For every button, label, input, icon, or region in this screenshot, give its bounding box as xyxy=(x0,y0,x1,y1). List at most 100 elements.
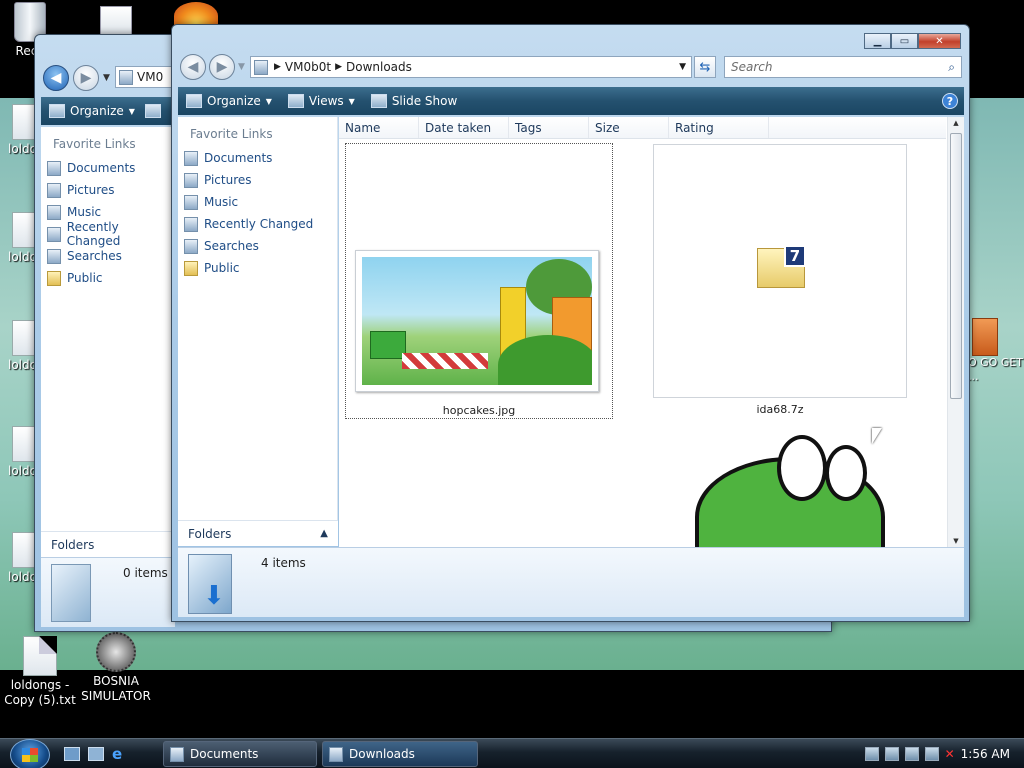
nav-label: Recently Changed xyxy=(204,217,314,231)
recent-pages-chevron-icon[interactable]: ▼ xyxy=(103,73,110,83)
column-label: Size xyxy=(595,121,620,135)
switch-windows-icon[interactable] xyxy=(88,747,104,761)
forward-button[interactable]: ▶ xyxy=(73,65,99,91)
column-label: Name xyxy=(345,121,381,135)
nav-label: Public xyxy=(204,261,240,275)
address-bar[interactable]: ▶ VM0b0t ▶ Downloads ▼ xyxy=(250,56,692,78)
search-icon[interactable]: ⌕ xyxy=(948,60,955,75)
scrollbar-thumb[interactable] xyxy=(950,133,962,399)
help-icon[interactable]: ? xyxy=(942,93,958,109)
column-date-taken[interactable]: Date taken xyxy=(419,117,509,138)
search-placeholder[interactable]: Search xyxy=(731,60,773,74)
navigation-pane: Favorite Links Documents Pictures Music … xyxy=(178,117,338,521)
item-count: 4 items xyxy=(261,556,306,570)
taskbar-button-downloads[interactable]: Downloads xyxy=(322,741,478,767)
nav-item-music[interactable]: Music xyxy=(178,191,337,213)
nav-item-searches[interactable]: Searches xyxy=(41,245,174,267)
nav-buttons: ◀ ▶ ▼ xyxy=(180,54,245,80)
breadcrumb-separator-icon[interactable]: ▶ xyxy=(335,62,342,72)
column-tags[interactable]: Tags xyxy=(509,117,589,138)
organize-button[interactable]: Organize ▼ xyxy=(178,88,280,114)
column-name[interactable]: Name xyxy=(339,117,419,138)
views-icon[interactable] xyxy=(144,104,161,118)
column-header-row: Name Date taken Tags Size Rating xyxy=(339,117,946,139)
tray-app-icon[interactable] xyxy=(904,747,919,761)
desktop-shortcut[interactable]: O GO GET ... xyxy=(968,318,1024,408)
file-list-pane[interactable]: Name Date taken Tags Size Rating hopcake… xyxy=(339,117,964,547)
text-file-icon[interactable] xyxy=(100,6,132,36)
nav-item-documents[interactable]: Documents xyxy=(41,157,174,179)
computer-icon xyxy=(254,59,268,75)
network-icon[interactable] xyxy=(924,747,939,761)
nav-item-documents[interactable]: Documents xyxy=(178,147,337,169)
address-bar[interactable]: VM0 xyxy=(115,66,175,88)
nav-item-public[interactable]: Public xyxy=(41,267,174,289)
documents-icon xyxy=(184,150,198,166)
search-box[interactable]: Search ⌕ xyxy=(724,56,962,78)
back-folders-toggle[interactable]: Folders xyxy=(41,531,175,557)
back-window-toolbar: Organize ▼ xyxy=(41,97,175,125)
text-file-icon xyxy=(23,636,57,676)
favorite-links-header: Favorite Links xyxy=(53,137,136,151)
downloads-window[interactable]: ▁ ▭ ✕ ◀ ▶ ▼ ▶ VM0b0t ▶ Downloads ▼ ⇆ Sea… xyxy=(171,24,970,622)
views-label: Views xyxy=(308,94,344,108)
frog-eye xyxy=(777,435,827,501)
desktop-text-file[interactable]: loldongs - Copy (5).txt xyxy=(0,636,80,708)
vertical-scrollbar[interactable]: ▲ ▼ xyxy=(947,117,964,547)
nav-item-recently-changed[interactable]: Recently Changed xyxy=(41,220,174,248)
refresh-icon[interactable]: ⇆ xyxy=(694,56,716,78)
tray-app-icon[interactable] xyxy=(884,747,899,761)
scroll-up-icon[interactable]: ▲ xyxy=(948,119,964,127)
favorite-links-header: Favorite Links xyxy=(190,127,273,141)
close-button[interactable]: ✕ xyxy=(918,33,961,49)
scroll-down-icon[interactable]: ▼ xyxy=(948,537,964,545)
pictures-icon xyxy=(184,172,198,188)
recent-pages-chevron-icon[interactable]: ▼ xyxy=(238,62,245,72)
show-desktop-icon[interactable] xyxy=(64,747,80,761)
searches-icon xyxy=(184,238,198,254)
back-button[interactable]: ◀ xyxy=(180,54,206,80)
clock[interactable]: 1:56 AM xyxy=(961,747,1010,761)
folders-toggle[interactable]: Folders ▲ xyxy=(178,520,338,546)
breadcrumb-vm0b0t[interactable]: VM0b0t xyxy=(281,60,335,74)
breadcrumb-downloads[interactable]: Downloads xyxy=(342,60,416,74)
nav-label: Pictures xyxy=(204,173,252,187)
computer-icon xyxy=(119,69,133,85)
details-pane: ⬇ 4 items xyxy=(178,547,964,617)
file-tile-hopcakes[interactable]: hopcakes.jpg xyxy=(345,143,613,419)
maximize-button[interactable]: ▭ xyxy=(891,33,918,49)
back-button[interactable]: ◀ xyxy=(43,65,69,91)
mouse-cursor-icon xyxy=(872,428,882,444)
column-size[interactable]: Size xyxy=(589,117,669,138)
organize-button[interactable]: Organize ▼ xyxy=(41,98,143,124)
minimize-button[interactable]: ▁ xyxy=(864,33,891,49)
nav-label: Public xyxy=(67,271,103,285)
forward-button[interactable]: ▶ xyxy=(209,54,235,80)
nav-item-recently-changed[interactable]: Recently Changed xyxy=(178,213,337,235)
package-icon xyxy=(972,318,998,356)
taskbar-button-documents[interactable]: Documents xyxy=(163,741,317,767)
documents-folder-icon xyxy=(51,564,91,622)
column-rating[interactable]: Rating xyxy=(669,117,769,138)
recently-changed-icon xyxy=(184,216,198,232)
slideshow-button[interactable]: Slide Show xyxy=(363,88,465,114)
views-button[interactable]: Views ▼ xyxy=(280,88,363,114)
address-dropdown-icon[interactable]: ▼ xyxy=(679,62,691,72)
breadcrumb-separator-icon[interactable]: ▶ xyxy=(268,62,281,72)
nav-item-pictures[interactable]: Pictures xyxy=(41,179,174,201)
file-tile-ida68[interactable]: 7 ida68.7z xyxy=(652,143,908,419)
volume-muted-icon[interactable]: ✕ xyxy=(945,747,955,761)
nav-item-pictures[interactable]: Pictures xyxy=(178,169,337,191)
internet-explorer-icon[interactable]: e xyxy=(112,745,122,763)
nav-item-public[interactable]: Public xyxy=(178,257,337,279)
address-segment[interactable]: VM0 xyxy=(133,70,167,84)
column-label: Rating xyxy=(675,121,714,135)
desktop-app-shortcut[interactable]: BOSNIA SIMULATOR xyxy=(76,632,156,704)
start-button[interactable] xyxy=(10,739,50,768)
nav-label: Searches xyxy=(204,239,259,253)
nav-item-searches[interactable]: Searches xyxy=(178,235,337,257)
nav-label: Recently Changed xyxy=(66,220,121,248)
file-name-label: hopcakes.jpg xyxy=(442,404,516,417)
tray-app-icon[interactable] xyxy=(864,747,879,761)
download-arrow-icon: ⬇ xyxy=(203,581,225,611)
